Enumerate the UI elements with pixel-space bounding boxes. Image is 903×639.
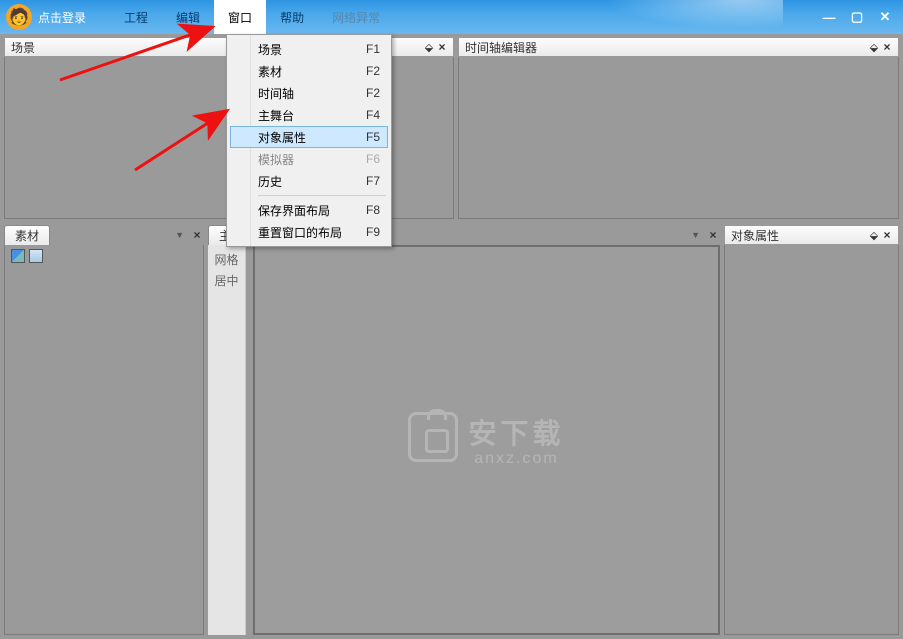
panel-timeline-header[interactable]: 时间轴编辑器 ⬙ × [458,37,899,57]
workspace: 场景 ⬙ × 时间轴编辑器 ⬙ × 素材 ▼ × [4,37,899,635]
panel-properties-body [724,245,899,635]
dd-scene[interactable]: 场景F1 [230,38,388,60]
dd-material[interactable]: 素材F2 [230,60,388,82]
pin-icon[interactable]: ⬙ [868,41,880,54]
dd-stage[interactable]: 主舞台F4 [230,104,388,126]
panel-timeline: 时间轴编辑器 ⬙ × [458,37,899,219]
avatar-icon[interactable]: 🧑 [6,4,32,30]
close-icon[interactable]: × [190,228,204,242]
menu-window[interactable]: 窗口 [214,0,266,34]
panel-properties-title: 对象属性 [731,227,868,244]
menu-edit[interactable]: 编辑 [162,0,214,34]
maximize-button[interactable]: ▢ [843,8,871,26]
titlebar: 🧑 点击登录 工程 编辑 窗口 帮助 网络异常 — ▢ ✕ [0,0,903,34]
stage-sidebar: 网格 居中 [208,245,246,635]
close-button[interactable]: ✕ [871,8,899,26]
watermark-sub: anxz.com [468,450,564,468]
login-link[interactable]: 点击登录 [38,9,86,26]
dd-save-layout[interactable]: 保存界面布局F8 [230,199,388,221]
material-toolbar [5,245,203,267]
panel-material: 素材 ▼ × [4,225,204,635]
panel-properties-header[interactable]: 对象属性 ⬙ × [724,225,899,245]
tab-material-label: 素材 [15,227,39,244]
dd-simulator: 模拟器F6 [230,148,388,170]
close-icon[interactable]: × [435,40,449,54]
panel-properties: 对象属性 ⬙ × [724,225,899,635]
panel-timeline-title: 时间轴编辑器 [465,39,868,56]
dd-history[interactable]: 历史F7 [230,170,388,192]
dd-properties[interactable]: 对象属性F5 [230,126,388,148]
window-controls: — ▢ ✕ [815,8,899,26]
material-icon-doc[interactable] [29,249,43,263]
pin-icon[interactable]: ⬙ [423,41,435,54]
menubar: 工程 编辑 窗口 帮助 网络异常 [110,0,394,34]
minimize-button[interactable]: — [815,8,843,26]
panel-stage: 主舞台 ▼ × 网格 居中 安下载 anxz.com [208,225,720,635]
panel-material-body [4,245,204,635]
dd-reset-layout[interactable]: 重置窗口的布局F9 [230,221,388,243]
chevron-down-icon[interactable]: ▼ [175,230,184,240]
menu-project[interactable]: 工程 [110,0,162,34]
dropdown-separator [258,195,386,196]
pin-icon[interactable]: ⬙ [868,229,880,242]
watermark-icon [408,412,458,462]
panel-material-header: 素材 ▼ × [4,225,204,245]
stage-canvas[interactable]: 安下载 anxz.com [253,245,720,635]
stage-grid-toggle[interactable]: 网格 [212,251,241,268]
material-icon-image[interactable] [11,249,25,263]
close-icon[interactable]: × [880,40,894,54]
stage-center-toggle[interactable]: 居中 [212,272,241,289]
menu-network: 网络异常 [318,0,394,34]
watermark: 安下载 anxz.com [408,412,564,468]
watermark-text: 安下载 [468,412,564,452]
chevron-down-icon[interactable]: ▼ [691,230,700,240]
menu-help[interactable]: 帮助 [266,0,318,34]
tab-material[interactable]: 素材 [4,225,50,245]
panel-timeline-body [458,57,899,219]
dd-timeline[interactable]: 时间轴F2 [230,82,388,104]
close-icon[interactable]: × [880,228,894,242]
close-icon[interactable]: × [706,228,720,242]
window-dropdown: 场景F1 素材F2 时间轴F2 主舞台F4 对象属性F5 模拟器F6 历史F7 … [226,34,392,247]
